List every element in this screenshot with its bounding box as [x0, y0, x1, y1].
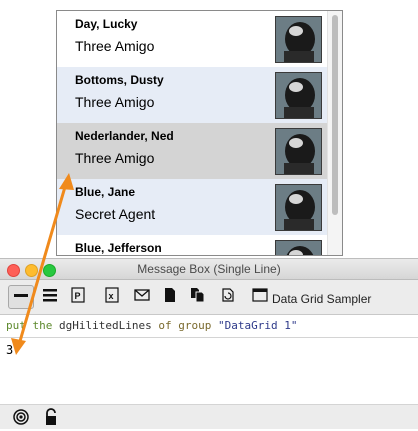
data-grid[interactable]: Day, Lucky Three Amigo Bottoms, Dusty Th…	[56, 10, 343, 256]
global-icon: x	[105, 286, 119, 308]
stack-name[interactable]: Data Grid Sampler	[272, 292, 371, 306]
stack-icon	[252, 287, 268, 307]
title-bar[interactable]: Message Box (Single Line)	[0, 259, 418, 280]
multi-line-icon	[42, 287, 58, 308]
single-line-icon	[13, 287, 29, 308]
stack-selector[interactable]	[250, 285, 270, 309]
mail-button[interactable]	[130, 285, 154, 309]
portrait-image	[275, 184, 322, 231]
vertical-scrollbar[interactable]	[327, 11, 342, 255]
property-icon: P	[71, 286, 85, 308]
code-keyword: the	[32, 319, 53, 332]
portrait-image	[275, 240, 322, 255]
grid-row-selected[interactable]: Nederlander, Ned Three Amigo	[57, 123, 327, 179]
grid-row[interactable]: Bottoms, Dusty Three Amigo	[57, 67, 327, 123]
portrait-image	[275, 128, 322, 175]
window-title: Message Box (Single Line)	[137, 262, 281, 276]
script-input[interactable]: put the dgHilitedLines of group "DataGri…	[0, 315, 418, 338]
portrait-image	[275, 72, 322, 119]
svg-text:x: x	[109, 291, 114, 301]
scrollbar-thumb[interactable]	[332, 15, 338, 215]
mail-icon	[134, 288, 150, 307]
grid-row[interactable]: Blue, Jefferson	[57, 235, 327, 255]
code-property: dgHilitedLines	[59, 319, 152, 332]
file-icon	[163, 287, 177, 308]
message-box-window: Message Box (Single Line) P x Data Grid …	[0, 258, 418, 429]
row-name: Bottoms, Dusty	[75, 73, 164, 87]
row-name: Blue, Jefferson	[75, 241, 162, 255]
refresh-icon	[220, 287, 236, 308]
file-button[interactable]	[158, 285, 182, 309]
multi-line-button[interactable]	[38, 285, 62, 309]
row-role: Secret Agent	[75, 206, 156, 222]
files-button[interactable]	[186, 285, 210, 309]
result-value: 3	[6, 343, 14, 357]
code-keyword: of	[158, 319, 172, 332]
target-icon[interactable]	[13, 409, 29, 430]
code-keyword: group	[178, 319, 212, 332]
status-bar	[0, 405, 418, 429]
row-role: Three Amigo	[75, 94, 155, 110]
grid-row[interactable]: Blue, Jane Secret Agent	[57, 179, 327, 235]
row-name: Nederlander, Ned	[75, 129, 174, 143]
result-area[interactable]: 3	[0, 338, 418, 405]
row-name: Blue, Jane	[75, 185, 136, 199]
svg-text:P: P	[75, 291, 81, 301]
grid-row[interactable]: Day, Lucky Three Amigo	[57, 11, 327, 67]
row-role: Three Amigo	[75, 150, 155, 166]
single-line-button[interactable]	[8, 285, 34, 309]
portrait-image	[275, 16, 322, 63]
property-button[interactable]: P	[66, 285, 90, 309]
code-string: "DataGrid 1"	[217, 319, 298, 332]
global-button[interactable]: x	[100, 285, 124, 309]
toolbar: P x Data Grid Sampler	[0, 280, 418, 315]
refresh-button[interactable]	[216, 285, 240, 309]
row-name: Day, Lucky	[75, 17, 138, 31]
files-icon	[190, 287, 206, 308]
row-role: Three Amigo	[75, 38, 155, 54]
code-keyword: put	[6, 319, 26, 332]
